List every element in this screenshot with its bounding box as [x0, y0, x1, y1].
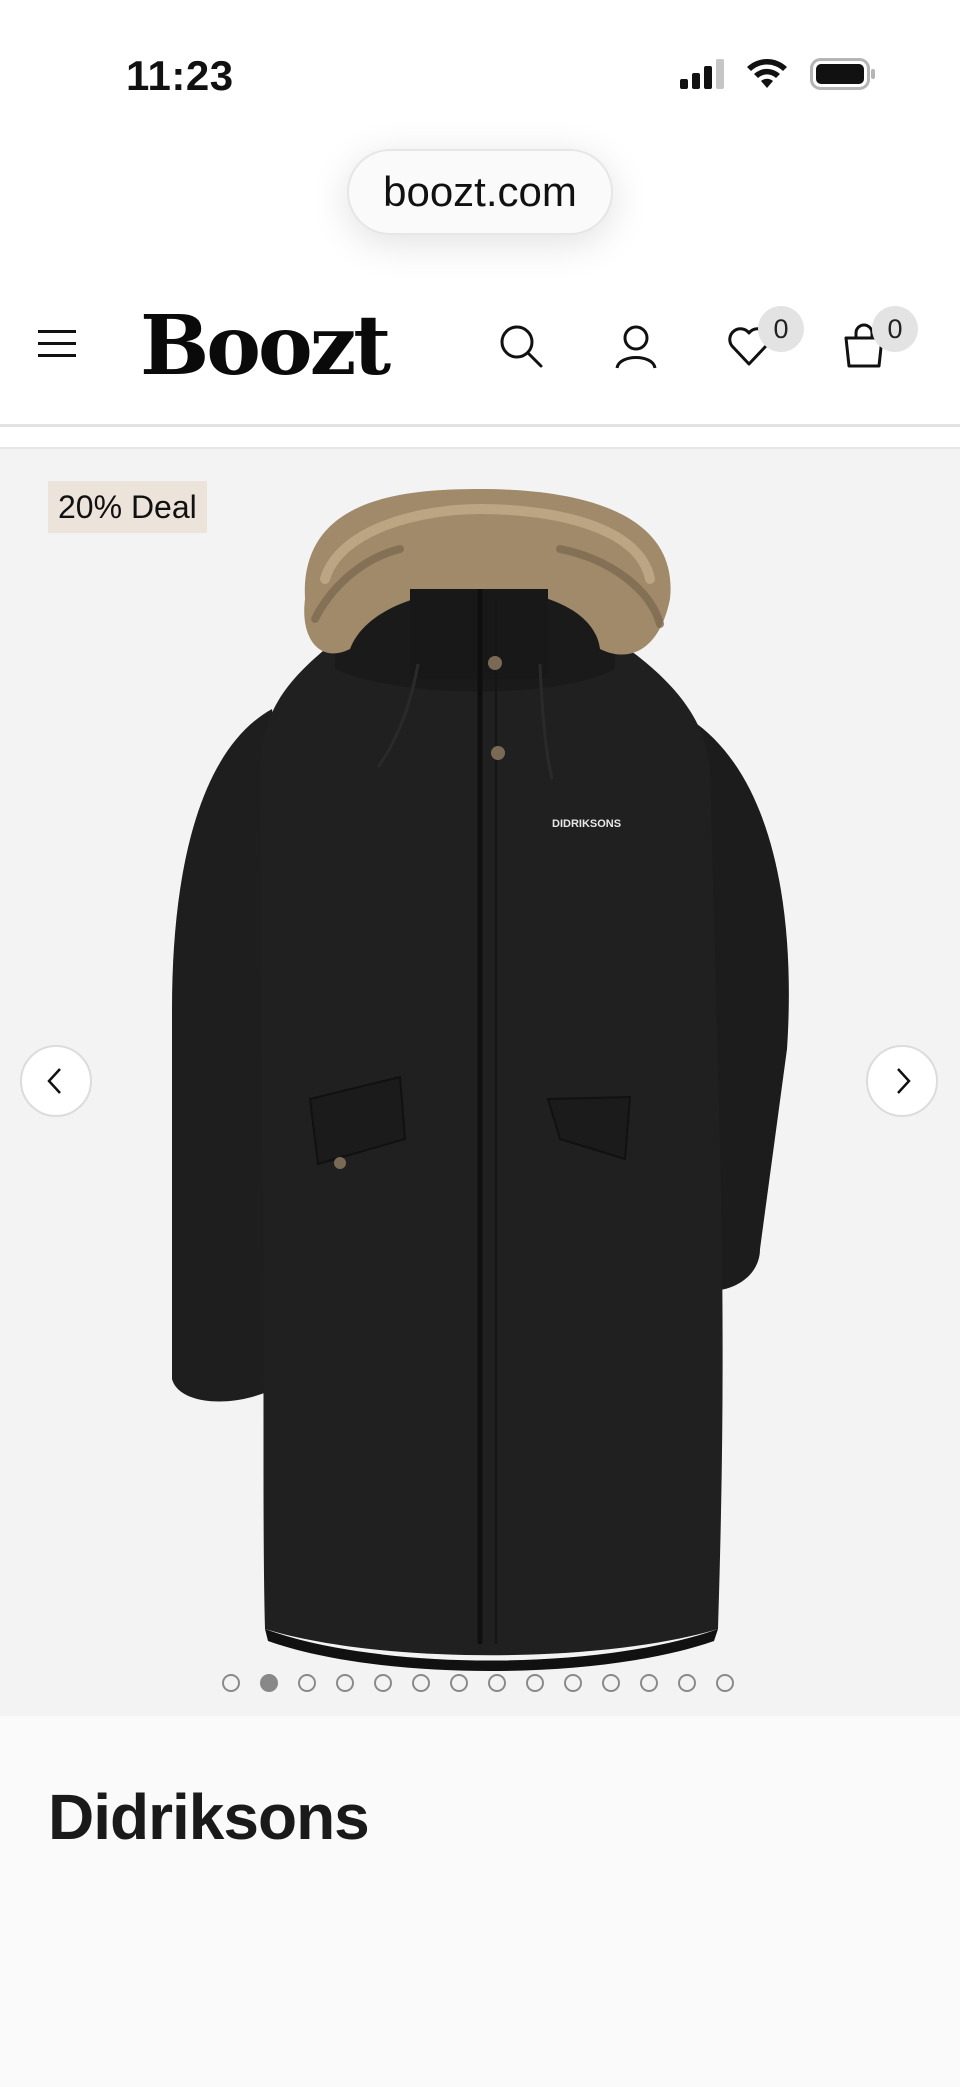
gallery-dot[interactable] — [298, 1674, 316, 1692]
status-icons — [678, 58, 876, 90]
signal-icon — [680, 59, 724, 89]
gallery-dot[interactable] — [526, 1674, 544, 1692]
gallery-dot[interactable] — [602, 1674, 620, 1692]
battery-icon — [810, 58, 875, 90]
gallery-dot[interactable] — [222, 1674, 240, 1692]
product-info: Didriksons — [0, 1716, 960, 2087]
gallery-dot[interactable] — [336, 1674, 354, 1692]
gallery-dot[interactable] — [564, 1674, 582, 1692]
chevron-right-icon — [897, 1068, 911, 1094]
gallery-dot[interactable] — [374, 1674, 392, 1692]
product-image: DIDRIKSONS — [172, 489, 789, 1671]
gallery-next-button[interactable] — [866, 1045, 938, 1117]
account-icon[interactable] — [612, 322, 660, 370]
wifi-icon — [747, 59, 787, 88]
search-icon[interactable] — [497, 322, 545, 370]
gallery-dot-active[interactable] — [260, 1674, 278, 1692]
gallery-pagination — [222, 1674, 734, 1692]
gallery-dot[interactable] — [716, 1674, 734, 1692]
deal-badge: 20% Deal — [48, 481, 207, 533]
site-header: Boozt 0 0 — [0, 280, 960, 425]
url-text: boozt.com — [383, 168, 577, 215]
wishlist-count-badge: 0 — [758, 306, 804, 352]
gallery-dot[interactable] — [640, 1674, 658, 1692]
gallery-prev-button[interactable] — [20, 1045, 92, 1117]
product-brand[interactable]: Didriksons — [48, 1780, 370, 1854]
gallery-dot[interactable] — [678, 1674, 696, 1692]
gallery-dot[interactable] — [412, 1674, 430, 1692]
product-image-gallery[interactable]: DIDRIKSONS 20% Deal — [0, 449, 960, 1716]
status-bar: 11:23 — [0, 0, 960, 140]
header-divider — [0, 424, 960, 427]
gallery-dot[interactable] — [450, 1674, 468, 1692]
status-time: 11:23 — [126, 52, 234, 99]
site-logo[interactable]: Boozt — [140, 298, 391, 394]
gallery-dot[interactable] — [488, 1674, 506, 1692]
chevron-left-icon — [47, 1068, 61, 1094]
menu-icon[interactable] — [38, 328, 78, 360]
coat-logo-print: DIDRIKSONS — [552, 818, 621, 830]
cart-count-badge: 0 — [872, 306, 918, 352]
url-bar[interactable]: boozt.com — [347, 149, 613, 235]
